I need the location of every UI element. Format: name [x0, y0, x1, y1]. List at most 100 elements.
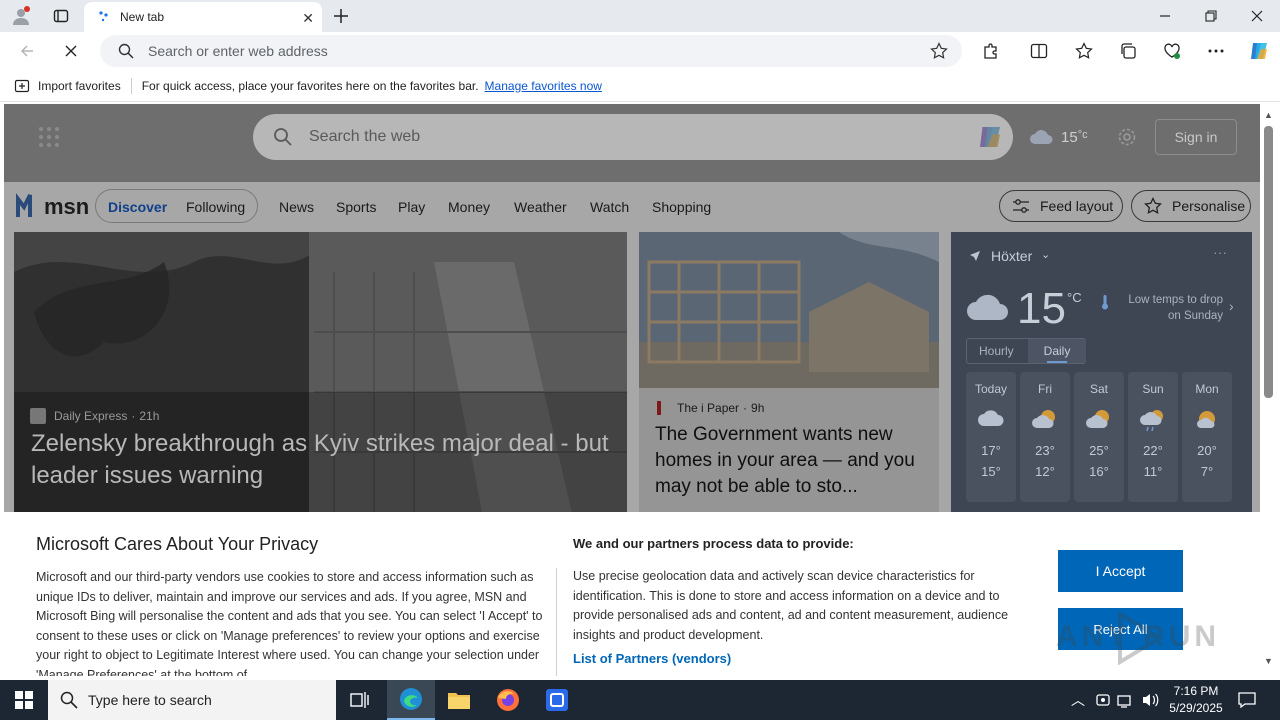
weather-location[interactable]: Höxter	[991, 248, 1032, 264]
day-name: Sun	[1142, 382, 1164, 396]
day-low: 16°	[1089, 464, 1109, 479]
close-tab-icon[interactable]: ✕	[302, 10, 314, 27]
nav-watch[interactable]: Watch	[590, 199, 629, 215]
plus-icon	[334, 9, 348, 23]
copilot-icon[interactable]	[975, 122, 1005, 152]
personalise-button[interactable]: Personalise	[1131, 190, 1251, 222]
forecast-day[interactable]: Sat 25° 16°	[1074, 372, 1124, 502]
copilot-button[interactable]	[1246, 38, 1272, 64]
back-button[interactable]	[16, 40, 38, 62]
browser-essentials-button[interactable]	[1161, 40, 1183, 62]
app-launcher-icon[interactable]	[38, 126, 60, 148]
minimize-icon	[1160, 15, 1170, 17]
taskbar-app-anyrun[interactable]	[533, 680, 581, 720]
app-icon	[546, 689, 568, 711]
web-search-input[interactable]: Search the web	[253, 114, 1013, 160]
tab-new-tab[interactable]: New tab ✕	[84, 2, 322, 32]
nav-news[interactable]: News	[279, 199, 314, 215]
msn-header: Search the web 15°c Sign in	[4, 104, 1260, 182]
sign-in-button[interactable]: Sign in	[1155, 119, 1237, 155]
card-headline[interactable]: The Government wants new homes in your a…	[655, 422, 931, 500]
network-icon[interactable]	[1117, 692, 1135, 708]
nav-weather[interactable]: Weather	[514, 199, 567, 215]
firefox-icon	[497, 689, 519, 711]
chevron-down-icon[interactable]: ⌄	[1041, 248, 1050, 261]
source-logo-icon	[30, 408, 46, 424]
address-input[interactable]: Search or enter web address	[100, 35, 962, 67]
extensions-button[interactable]	[980, 40, 1002, 62]
settings-more-button[interactable]	[1205, 40, 1227, 62]
close-window-button[interactable]	[1234, 0, 1280, 32]
partners-link[interactable]: List of Partners (vendors)	[573, 651, 731, 666]
nav-play[interactable]: Play	[398, 199, 425, 215]
new-tab-button[interactable]	[318, 0, 364, 32]
nav-money[interactable]: Money	[448, 199, 490, 215]
reject-all-button[interactable]: Reject All	[1058, 608, 1183, 650]
security-icon[interactable]	[1095, 692, 1111, 708]
scroll-up-icon[interactable]: ▲	[1264, 110, 1273, 120]
privacy-divider	[556, 568, 557, 676]
stop-loading-button[interactable]	[60, 40, 82, 62]
news-card-main[interactable]: Daily Express · 21h Zelensky breakthroug…	[14, 232, 627, 522]
personalise-label: Personalise	[1172, 198, 1246, 214]
card-headline[interactable]: Zelensky breakthrough as Kyiv strikes ma…	[31, 428, 611, 492]
weather-alert[interactable]: Low temps to drop on Sunday	[1113, 292, 1223, 324]
tab-following[interactable]: Following	[186, 199, 245, 215]
heart-pulse-icon	[1164, 43, 1180, 59]
import-favorites-link[interactable]: Import favorites	[38, 79, 121, 93]
puzzle-icon	[984, 43, 997, 59]
favorites-button[interactable]	[1073, 40, 1095, 62]
header-weather[interactable]: 15°c	[1061, 129, 1088, 146]
tab-daily[interactable]: Daily	[1028, 339, 1086, 363]
volume-icon[interactable]	[1141, 692, 1159, 708]
forecast-tabs: Hourly Daily	[966, 338, 1086, 364]
forecast-day[interactable]: Today 17° 15°	[966, 372, 1016, 502]
accept-button[interactable]: I Accept	[1058, 550, 1183, 592]
card-age: 9h	[751, 401, 765, 415]
restore-button[interactable]	[1188, 0, 1234, 32]
scroll-thumb[interactable]	[1264, 126, 1273, 398]
nav-shopping[interactable]: Shopping	[652, 199, 711, 215]
manage-favorites-link[interactable]: Manage favorites now	[485, 79, 602, 93]
feed-layout-button[interactable]: Feed layout	[999, 190, 1123, 222]
weather-alert-line2: on Sunday	[1168, 310, 1223, 322]
forecast-day[interactable]: Sun 22° 11°	[1128, 372, 1178, 502]
web-search-placeholder: Search the web	[309, 128, 421, 145]
scroll-down-icon[interactable]: ▼	[1264, 656, 1273, 666]
divider	[130, 77, 132, 94]
taskbar-app-firefox[interactable]	[484, 680, 532, 720]
weather-card[interactable]: Höxter ⌄ ··· 15 °C Low temps to drop on …	[951, 232, 1252, 522]
star-icon[interactable]	[930, 42, 948, 60]
profile-button[interactable]	[0, 0, 42, 32]
split-screen-button[interactable]	[1028, 40, 1050, 62]
news-card-secondary[interactable]: The i Paper · 9h The Government wants ne…	[639, 232, 939, 522]
chevron-right-icon[interactable]: ›	[1229, 298, 1234, 314]
favorites-bar: Import favorites For quick access, place…	[0, 70, 1280, 102]
taskbar-app-edge[interactable]	[387, 680, 435, 720]
day-low: 11°	[1143, 464, 1163, 479]
clock[interactable]: 7:16 PM 5/29/2025	[1164, 683, 1228, 717]
nav-sports[interactable]: Sports	[336, 199, 376, 215]
more-options-icon[interactable]: ···	[1213, 244, 1227, 260]
taskbar: Type here to search ︿ 7:16 PM 5/29/2025	[0, 680, 1280, 720]
forecast-day[interactable]: Mon 20° 7°	[1182, 372, 1232, 502]
start-button[interactable]	[0, 680, 48, 720]
task-view-button[interactable]	[336, 680, 384, 720]
taskbar-search-input[interactable]: Type here to search	[48, 680, 336, 720]
tab-discover[interactable]: Discover	[108, 199, 167, 215]
gear-icon[interactable]	[1117, 127, 1137, 147]
notification-icon[interactable]	[1238, 691, 1256, 709]
news-image	[639, 232, 939, 388]
tray-overflow-icon[interactable]: ︿	[1071, 690, 1085, 710]
taskbar-app-file-explorer[interactable]	[435, 680, 483, 720]
tab-actions-button[interactable]	[38, 0, 84, 32]
edge-icon	[400, 688, 422, 710]
taskbar-search-placeholder: Type here to search	[88, 692, 212, 708]
minimize-button[interactable]	[1142, 0, 1188, 32]
page-scrollbar[interactable]: ▲ ▼	[1260, 104, 1280, 676]
clock-date: 5/29/2025	[1169, 701, 1223, 715]
forecast-day[interactable]: Fri 23° 12°	[1020, 372, 1070, 502]
tab-hourly[interactable]: Hourly	[979, 344, 1014, 358]
collections-icon	[1121, 43, 1136, 59]
collections-button[interactable]	[1117, 40, 1139, 62]
